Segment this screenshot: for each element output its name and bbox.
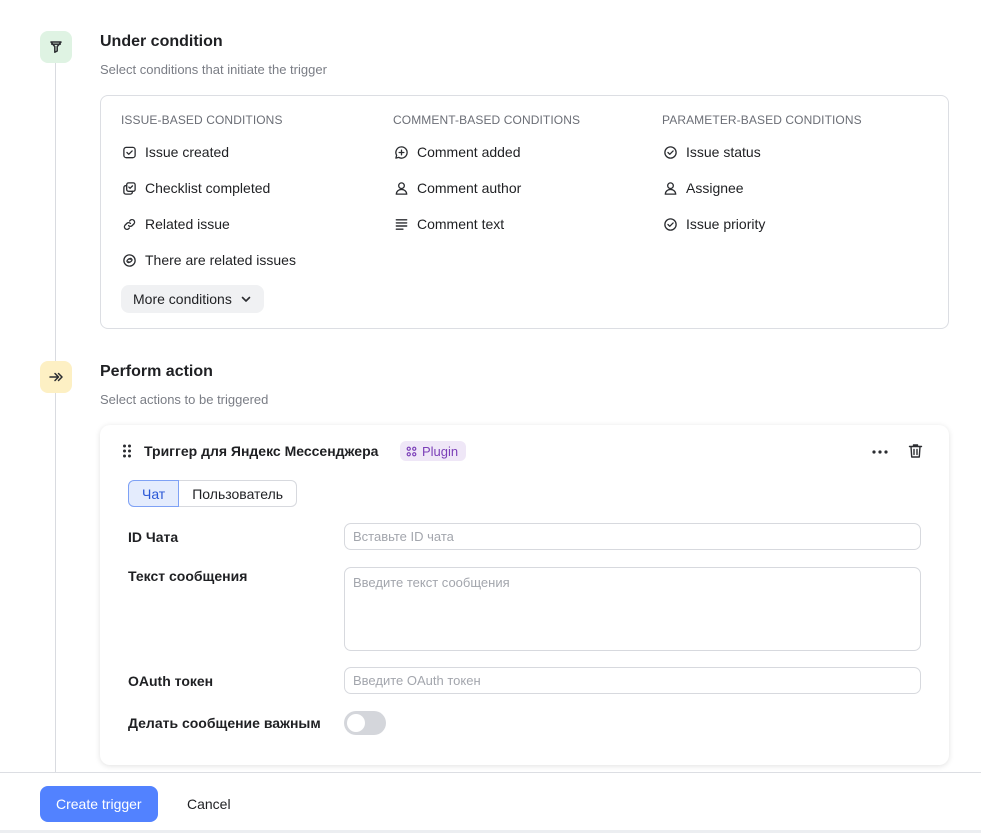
- toggle-knob: [347, 714, 365, 732]
- column-heading: PARAMETER-BASED CONDITIONS: [662, 113, 862, 127]
- condition-related-issue[interactable]: Related issue: [121, 214, 296, 234]
- issue-conditions-column: ISSUE-BASED CONDITIONS Issue created Che…: [121, 113, 296, 286]
- link-icon: [121, 216, 137, 232]
- plugin-badge: Plugin: [400, 441, 467, 461]
- comment-conditions-column: COMMENT-BASED CONDITIONS Comment added C…: [393, 113, 580, 250]
- drag-handle-icon[interactable]: [122, 444, 132, 463]
- condition-label: Related issue: [145, 216, 230, 232]
- condition-label: Issue status: [686, 144, 761, 160]
- chevron-down-icon: [240, 293, 252, 305]
- message-text-label: Текст сообщения: [128, 568, 248, 584]
- condition-label: Issue created: [145, 144, 230, 160]
- more-conditions-label: More conditions: [133, 291, 232, 307]
- parameter-conditions-column: PARAMETER-BASED CONDITIONS Issue status …: [662, 113, 862, 250]
- action-section-title: Perform action: [100, 363, 213, 380]
- condition-issue-priority[interactable]: Issue priority: [662, 214, 862, 234]
- condition-label: Comment text: [417, 216, 505, 232]
- condition-label: Assignee: [686, 180, 744, 196]
- message-text-input[interactable]: [344, 567, 921, 651]
- condition-label: Checklist completed: [145, 180, 271, 196]
- plugin-icon: [406, 446, 417, 457]
- cancel-button[interactable]: Cancel: [175, 786, 243, 822]
- condition-label: Comment author: [417, 180, 522, 196]
- condition-checklist-completed[interactable]: Checklist completed: [121, 178, 296, 198]
- tab-user[interactable]: Пользователь: [179, 480, 298, 507]
- action-title: Триггер для Яндекс Мессенджера: [144, 443, 379, 459]
- chat-id-label: ID Чата: [128, 529, 179, 545]
- condition-assignee[interactable]: Assignee: [662, 178, 862, 198]
- plugin-badge-label: Plugin: [422, 443, 459, 459]
- check-circle-icon: [662, 216, 678, 232]
- trigger-editor: Under condition Select conditions that i…: [0, 0, 981, 833]
- person-icon: [393, 180, 409, 196]
- condition-section-title: Under condition: [100, 33, 223, 50]
- condition-issue-created[interactable]: Issue created: [121, 142, 296, 162]
- column-heading: ISSUE-BASED CONDITIONS: [121, 113, 283, 127]
- condition-label: There are related issues: [145, 252, 296, 268]
- condition-related-issues-exist[interactable]: There are related issues: [121, 250, 296, 270]
- column-heading: COMMENT-BASED CONDITIONS: [393, 113, 581, 127]
- issue-created-icon: [121, 144, 137, 160]
- condition-label: Comment added: [417, 144, 521, 160]
- related-issues-icon: [121, 252, 137, 268]
- delete-action-icon[interactable]: [906, 441, 924, 461]
- create-trigger-button[interactable]: Create trigger: [40, 786, 158, 822]
- target-type-tabs: Чат Пользователь: [128, 480, 298, 507]
- more-options-icon[interactable]: [870, 442, 890, 462]
- condition-comment-text[interactable]: Comment text: [393, 214, 580, 234]
- condition-section-subtitle: Select conditions that initiate the trig…: [100, 62, 327, 77]
- important-message-toggle[interactable]: [344, 711, 386, 735]
- oauth-token-label: OAuth токен: [128, 673, 214, 689]
- oauth-token-input[interactable]: [344, 667, 921, 694]
- check-circle-icon: [662, 144, 678, 160]
- condition-label: Issue priority: [686, 216, 766, 232]
- condition-comment-author[interactable]: Comment author: [393, 178, 580, 198]
- action-section-subtitle: Select actions to be triggered: [100, 392, 269, 407]
- person-icon: [662, 180, 678, 196]
- checklist-icon: [121, 180, 137, 196]
- chat-id-input[interactable]: [344, 523, 921, 550]
- filter-icon: [40, 31, 72, 63]
- conditions-card: ISSUE-BASED CONDITIONS Issue created Che…: [100, 95, 949, 329]
- tab-chat[interactable]: Чат: [128, 480, 180, 507]
- timeline-line: [55, 62, 56, 772]
- condition-issue-status[interactable]: Issue status: [662, 142, 862, 162]
- footer-bar: Create trigger Cancel: [0, 772, 981, 833]
- important-message-label: Делать сообщение важным: [128, 715, 321, 731]
- text-lines-icon: [393, 216, 409, 232]
- double-arrow-icon: [40, 361, 72, 393]
- condition-comment-added[interactable]: Comment added: [393, 142, 580, 162]
- action-card: Триггер для Яндекс Мессенджера Plugin Ча…: [100, 425, 949, 765]
- more-conditions-button[interactable]: More conditions: [121, 285, 264, 313]
- comment-add-icon: [393, 144, 409, 160]
